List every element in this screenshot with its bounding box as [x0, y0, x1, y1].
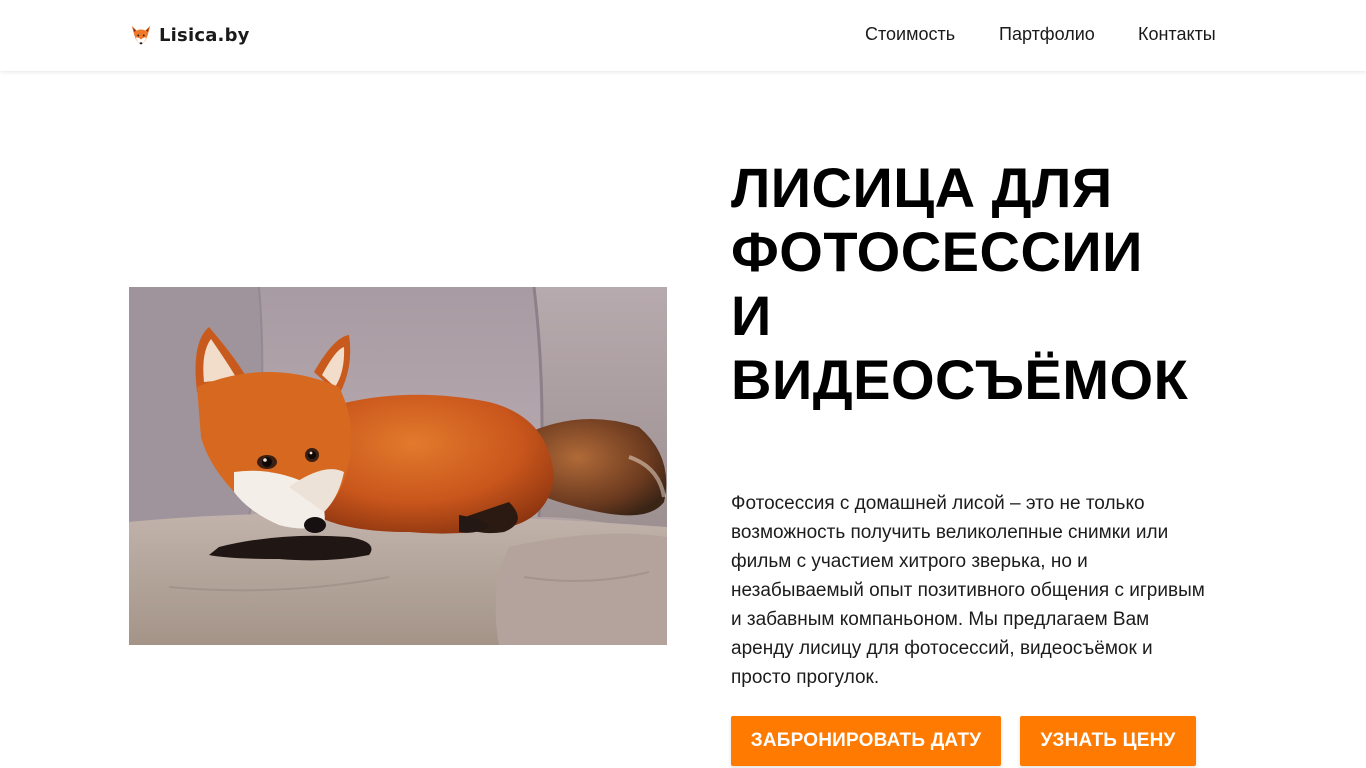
fox-photo: [129, 287, 667, 645]
nav-item-pricing[interactable]: Стоимость: [865, 24, 955, 45]
hero-title-line-3: И: [731, 284, 772, 347]
nav-item-contacts[interactable]: Контакты: [1138, 24, 1216, 45]
hero-image: [129, 287, 667, 645]
site-header: Lisica.by Стоимость Партфолио Контакты: [0, 0, 1366, 71]
logo-text: Lisica.by: [159, 24, 250, 46]
hero-title: ЛИСИЦА ДЛЯ ФОТОСЕССИИ И ВИДЕОСЪЁМОК: [731, 156, 1251, 412]
book-date-button[interactable]: ЗАБРОНИРОВАТЬ ДАТУ: [731, 716, 1001, 766]
site-logo[interactable]: Lisica.by: [130, 22, 250, 48]
hero-title-line-4: ВИДЕОСЪЁМОК: [731, 348, 1189, 411]
nav-item-portfolio[interactable]: Партфолио: [999, 24, 1095, 45]
hero-title-line-2: ФОТОСЕССИИ: [731, 220, 1143, 283]
hero-title-line-1: ЛИСИЦА ДЛЯ: [731, 156, 1113, 219]
fox-logo-icon: [131, 25, 151, 45]
get-price-button[interactable]: УЗНАТЬ ЦЕНУ: [1020, 716, 1196, 766]
hero-description: Фотосессия с домашней лисой – это не тол…: [731, 493, 1205, 688]
